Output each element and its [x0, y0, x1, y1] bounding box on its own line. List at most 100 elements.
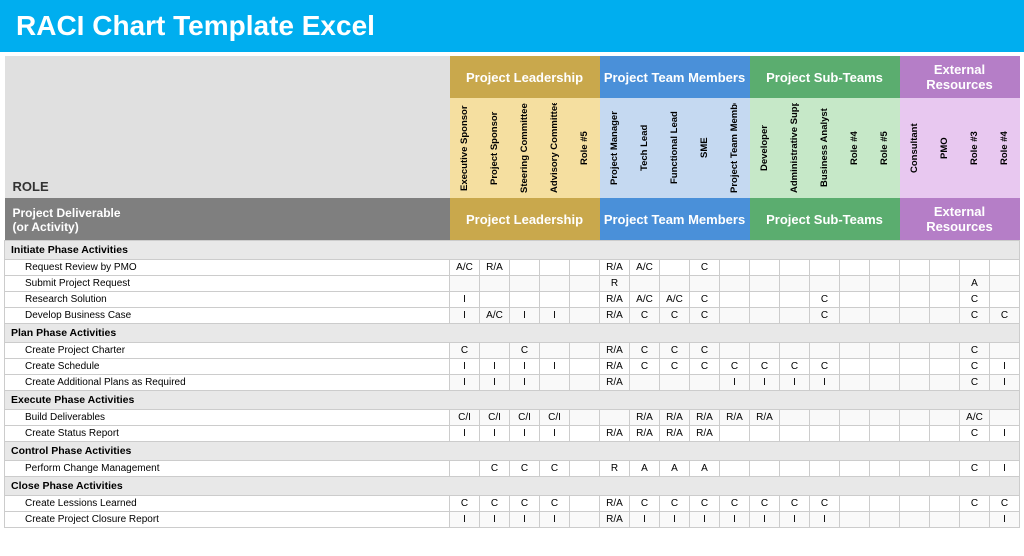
data-cell: A/C	[660, 292, 690, 308]
data-cell: C	[780, 496, 810, 512]
data-cell: C	[480, 496, 510, 512]
data-cell	[780, 276, 810, 292]
data-cell: C	[660, 308, 690, 324]
data-cell: C	[720, 359, 750, 375]
data-cell: I	[450, 512, 480, 528]
data-cell	[780, 292, 810, 308]
data-cell	[870, 308, 900, 324]
table-row: Build DeliverablesC/IC/IC/IC/IR/AR/AR/AR…	[5, 410, 1020, 426]
data-cell: C	[690, 292, 720, 308]
data-cell: I	[990, 426, 1020, 442]
data-cell	[870, 512, 900, 528]
data-cell	[570, 426, 600, 442]
data-cell	[840, 308, 870, 324]
data-cell	[870, 426, 900, 442]
data-cell: R/A	[660, 426, 690, 442]
data-cell	[450, 276, 480, 292]
data-cell: C	[660, 496, 690, 512]
data-cell	[810, 410, 840, 426]
data-cell: I	[480, 512, 510, 528]
data-cell: R/A	[480, 260, 510, 276]
data-cell	[870, 359, 900, 375]
data-cell: I	[720, 375, 750, 391]
page-title: RACI Chart Template Excel	[16, 10, 375, 41]
activity-cell: Perform Change Management	[5, 461, 450, 477]
data-cell	[660, 375, 690, 391]
data-cell: I	[540, 359, 570, 375]
data-cell: A/C	[630, 260, 660, 276]
data-cell: I	[780, 512, 810, 528]
data-cell	[930, 496, 960, 512]
data-cell	[600, 410, 630, 426]
data-cell	[570, 375, 600, 391]
data-cell: C/I	[510, 410, 540, 426]
data-cell: C	[540, 461, 570, 477]
data-cell	[840, 512, 870, 528]
data-cell: I	[750, 375, 780, 391]
table-row: Create Additional Plans as RequiredIIIR/…	[5, 375, 1020, 391]
activity-cell: Build Deliverables	[5, 410, 450, 426]
data-cell	[780, 426, 810, 442]
col-header-1: Project Sponsor	[480, 98, 510, 198]
data-cell	[570, 410, 600, 426]
data-cell: C	[690, 496, 720, 512]
activity-cell: Create Project Charter	[5, 343, 450, 359]
data-cell: I	[450, 375, 480, 391]
phase-label-0: Initiate Phase Activities	[5, 241, 1020, 260]
data-cell: C	[510, 461, 540, 477]
data-cell: C/I	[450, 410, 480, 426]
data-cell	[900, 292, 930, 308]
data-cell	[900, 359, 930, 375]
data-cell: I	[450, 292, 480, 308]
data-cell: I	[990, 512, 1020, 528]
activity-cell: Create Lessions Learned	[5, 496, 450, 512]
data-cell: I	[540, 512, 570, 528]
data-cell: I	[780, 375, 810, 391]
data-cell	[930, 410, 960, 426]
data-cell: C	[510, 496, 540, 512]
data-cell	[570, 292, 600, 308]
col-header-18: Role #4	[990, 98, 1020, 198]
data-cell: C	[780, 359, 810, 375]
data-cell: R/A	[660, 410, 690, 426]
data-cell	[570, 461, 600, 477]
data-cell: I	[510, 308, 540, 324]
data-cell	[990, 343, 1020, 359]
col-header-14: Role #5	[870, 98, 900, 198]
data-cell: C	[960, 308, 990, 324]
table-row: Create Lessions LearnedCCCCR/ACCCCCCCCC	[5, 496, 1020, 512]
data-cell	[870, 410, 900, 426]
phase-row-0: Initiate Phase Activities	[5, 241, 1020, 260]
data-cell: R/A	[690, 426, 720, 442]
col-header-15: Consultant	[900, 98, 930, 198]
data-cell	[840, 426, 870, 442]
data-cell: A/C	[480, 308, 510, 324]
data-cell: R/A	[600, 308, 630, 324]
data-cell: I	[810, 375, 840, 391]
activity-cell: Develop Business Case	[5, 308, 450, 324]
data-cell: C	[960, 426, 990, 442]
data-cell: I	[660, 512, 690, 528]
deliverable-label: Project Deliverable(or Activity)	[5, 198, 450, 241]
data-cell	[780, 461, 810, 477]
data-cell	[930, 343, 960, 359]
data-cell	[780, 260, 810, 276]
data-cell: A/C	[450, 260, 480, 276]
data-cell	[900, 343, 930, 359]
data-cell	[960, 512, 990, 528]
data-cell: C	[990, 308, 1020, 324]
data-cell	[810, 343, 840, 359]
data-cell: C	[810, 359, 840, 375]
data-cell	[720, 308, 750, 324]
data-cell	[510, 276, 540, 292]
data-cell: R/A	[600, 359, 630, 375]
data-cell	[870, 496, 900, 512]
data-cell	[810, 276, 840, 292]
data-cell	[720, 461, 750, 477]
data-cell	[870, 461, 900, 477]
table-row: Perform Change ManagementCCCRAAACI	[5, 461, 1020, 477]
data-cell	[990, 260, 1020, 276]
data-cell	[840, 496, 870, 512]
data-cell: C	[450, 343, 480, 359]
group-header-3: External Resources	[900, 56, 1020, 98]
